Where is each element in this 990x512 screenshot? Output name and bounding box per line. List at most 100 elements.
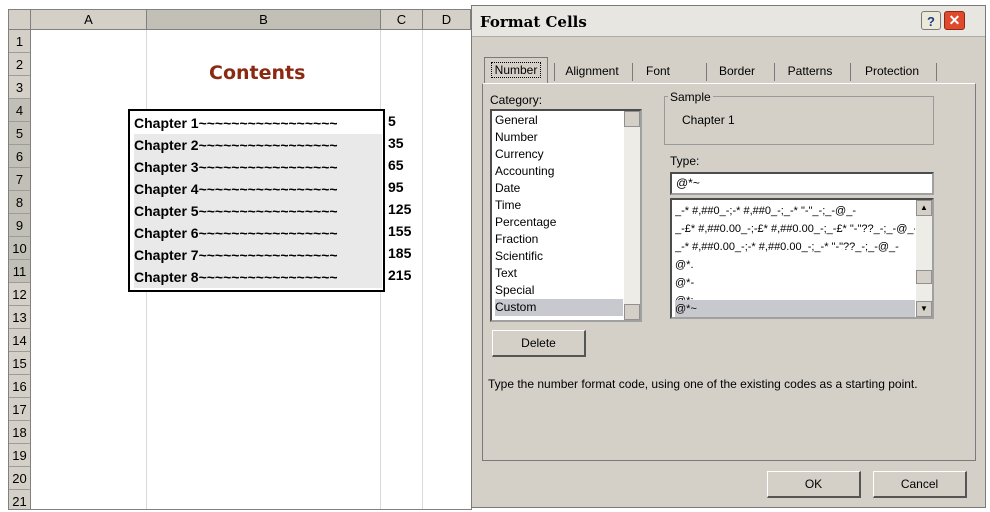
format-cells-dialog: Format Cells ? ✕ Number Alignment Font B… xyxy=(471,5,986,508)
category-label: Category: xyxy=(490,93,543,107)
row-header[interactable]: 1 xyxy=(9,30,31,53)
tab-alignment[interactable]: Alignment xyxy=(558,59,626,83)
toc-page-number[interactable]: 155 xyxy=(388,220,411,242)
toc-entry[interactable]: Chapter 2~~~~~~~~~~~~~~~~~ xyxy=(134,134,382,156)
row-header[interactable]: 9 xyxy=(9,214,31,237)
dialog-title: Format Cells xyxy=(480,13,587,31)
tab-patterns[interactable]: Patterns xyxy=(778,59,842,83)
row-header[interactable]: 17 xyxy=(9,398,31,421)
toc-page-number[interactable]: 5 xyxy=(388,110,396,132)
tab-label: Number xyxy=(490,62,542,78)
row-header[interactable]: 14 xyxy=(9,329,31,352)
category-item[interactable]: Number xyxy=(495,129,623,146)
row-header[interactable]: 3 xyxy=(9,76,31,99)
row-header[interactable]: 5 xyxy=(9,122,31,145)
category-item[interactable]: Fraction xyxy=(495,231,623,248)
contents-title[interactable]: Contents xyxy=(209,62,305,84)
scroll-thumb[interactable] xyxy=(916,270,932,284)
toc-page-number[interactable]: 95 xyxy=(388,176,404,198)
type-input[interactable]: @*~ xyxy=(670,172,934,195)
type-item-selected[interactable]: @*~ xyxy=(675,300,915,317)
scroll-down-icon[interactable]: ▼ xyxy=(916,301,932,317)
tab-separator xyxy=(632,63,633,81)
gridline xyxy=(422,30,423,509)
category-item[interactable]: Time xyxy=(495,197,623,214)
spreadsheet[interactable]: A B C D 1 2 3 4 5 6 7 8 9 10 11 12 13 14… xyxy=(8,9,472,510)
category-item[interactable]: Percentage xyxy=(495,214,623,231)
toc-selection[interactable]: Chapter 1~~~~~~~~~~~~~~~~~ Chapter 2~~~~… xyxy=(128,109,385,292)
help-button[interactable]: ? xyxy=(921,11,941,30)
category-item[interactable]: Date xyxy=(495,180,623,197)
ok-button[interactable]: OK xyxy=(767,471,861,498)
toc-page-number[interactable]: 125 xyxy=(388,198,411,220)
tab-number[interactable]: Number xyxy=(484,57,548,83)
column-header-d[interactable]: D xyxy=(423,10,471,30)
column-header-b[interactable]: B xyxy=(147,10,381,30)
type-item[interactable]: @*. xyxy=(675,256,915,274)
type-item[interactable]: _-£* #,##0.00_-;-£* #,##0.00_-;_-£* "-"?… xyxy=(675,220,915,238)
scroll-up-icon[interactable]: ▲ xyxy=(916,200,932,216)
column-header-c[interactable]: C xyxy=(381,10,423,30)
category-item[interactable]: Currency xyxy=(495,146,623,163)
category-item[interactable]: Special xyxy=(495,282,623,299)
toc-page-number[interactable]: 215 xyxy=(388,264,411,286)
toc-entry[interactable]: Chapter 5~~~~~~~~~~~~~~~~~ xyxy=(134,200,382,222)
row-header[interactable]: 10 xyxy=(9,237,31,260)
type-label: Type: xyxy=(670,154,700,168)
scroll-up-icon[interactable] xyxy=(624,111,640,127)
delete-button[interactable]: Delete xyxy=(492,330,586,357)
category-item[interactable]: Text xyxy=(495,265,623,282)
tab-separator xyxy=(936,63,937,81)
category-item[interactable]: Accounting xyxy=(495,163,623,180)
sample-value: Chapter 1 xyxy=(682,113,735,127)
tab-separator xyxy=(850,63,851,81)
cancel-button[interactable]: Cancel xyxy=(873,471,967,498)
close-button[interactable]: ✕ xyxy=(944,11,965,30)
toc-page-number[interactable]: 35 xyxy=(388,132,404,154)
row-header[interactable]: 21 xyxy=(9,490,31,509)
row-header[interactable]: 8 xyxy=(9,191,31,214)
toc-entry[interactable]: Chapter 4~~~~~~~~~~~~~~~~~ xyxy=(134,178,382,200)
row-header[interactable]: 12 xyxy=(9,283,31,306)
type-item[interactable]: @*- xyxy=(675,274,915,292)
row-header[interactable]: 6 xyxy=(9,145,31,168)
row-header[interactable]: 7 xyxy=(9,168,31,191)
tab-border[interactable]: Border xyxy=(710,59,764,83)
type-item[interactable]: _-* #,##0.00_-;-* #,##0.00_-;_-* "-"??_-… xyxy=(675,238,915,256)
row-header[interactable]: 18 xyxy=(9,421,31,444)
tab-font[interactable]: Font xyxy=(636,59,680,83)
toc-entry[interactable]: Chapter 6~~~~~~~~~~~~~~~~~ xyxy=(134,222,382,244)
category-item[interactable]: Scientific xyxy=(495,248,623,265)
row-header[interactable]: 13 xyxy=(9,306,31,329)
scroll-down-icon[interactable] xyxy=(624,304,640,320)
row-header[interactable]: 20 xyxy=(9,467,31,490)
toc-entry[interactable]: Chapter 8~~~~~~~~~~~~~~~~~ xyxy=(134,266,382,288)
category-scrollbar[interactable] xyxy=(624,111,640,320)
format-description: Type the number format code, using one o… xyxy=(488,377,918,391)
row-header[interactable]: 19 xyxy=(9,444,31,467)
category-listbox[interactable]: General Number Currency Accounting Date … xyxy=(490,109,642,322)
tab-separator xyxy=(774,63,775,81)
row-header[interactable]: 4 xyxy=(9,99,31,122)
tab-separator xyxy=(554,63,555,81)
category-item-selected[interactable]: Custom xyxy=(495,299,623,316)
toc-entry[interactable]: Chapter 1~~~~~~~~~~~~~~~~~ xyxy=(134,112,382,134)
type-scrollbar[interactable]: ▲ ▼ xyxy=(916,200,932,317)
row-header[interactable]: 2 xyxy=(9,53,31,76)
category-item[interactable]: General xyxy=(495,112,623,129)
dialog-titlebar[interactable]: Format Cells ? ✕ xyxy=(472,6,985,37)
toc-page-number[interactable]: 185 xyxy=(388,242,411,264)
column-header-a[interactable]: A xyxy=(31,10,147,30)
type-item[interactable]: _-* #,##0_-;-* #,##0_-;_-* "-"_-;_-@_- xyxy=(675,202,915,220)
row-header[interactable]: 16 xyxy=(9,375,31,398)
type-listbox[interactable]: _-* #,##0_-;-* #,##0_-;_-* "-"_-;_-@_- _… xyxy=(670,198,934,319)
row-header[interactable]: 11 xyxy=(9,260,31,283)
tab-protection[interactable]: Protection xyxy=(854,59,930,83)
toc-entry[interactable]: Chapter 3~~~~~~~~~~~~~~~~~ xyxy=(134,156,382,178)
select-all-corner[interactable] xyxy=(9,10,31,30)
toc-page-number[interactable]: 65 xyxy=(388,154,404,176)
sample-label: Sample xyxy=(668,90,713,104)
tab-separator xyxy=(706,63,707,81)
row-header[interactable]: 15 xyxy=(9,352,31,375)
toc-entry[interactable]: Chapter 7~~~~~~~~~~~~~~~~~ xyxy=(134,244,382,266)
